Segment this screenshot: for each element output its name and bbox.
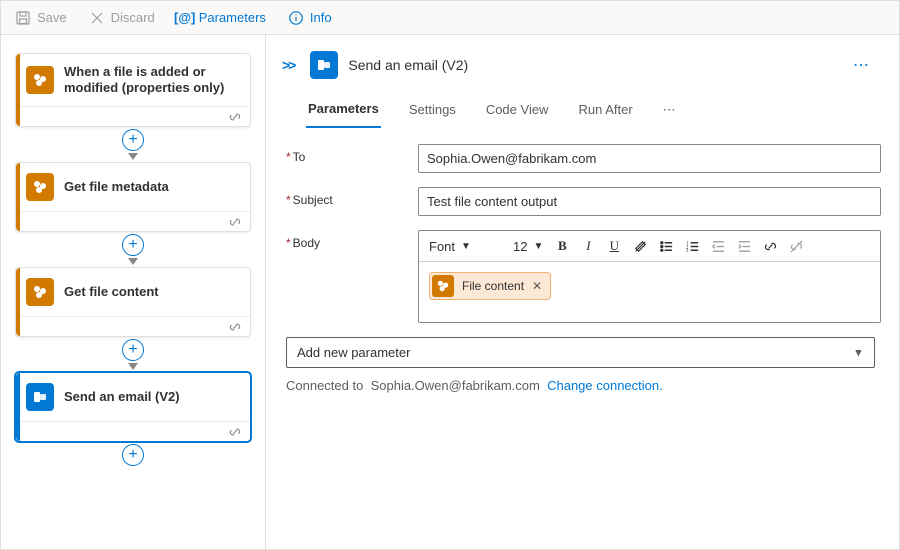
flow-card-trigger[interactable]: When a file is added or modified (proper… — [15, 53, 251, 127]
link-icon — [228, 425, 242, 439]
change-connection-link[interactable]: Change connection. — [547, 378, 663, 393]
edge: + — [15, 129, 251, 160]
edge: + — [15, 339, 251, 370]
discard-button[interactable]: Discard — [79, 1, 165, 34]
collapse-panel-button[interactable]: >> — [276, 54, 300, 76]
italic-button[interactable]: I — [575, 233, 601, 259]
outlook-icon — [26, 383, 54, 411]
subject-input[interactable] — [418, 187, 881, 216]
detail-title: Send an email (V2) — [348, 57, 837, 73]
card-title: Get file metadata — [64, 179, 169, 195]
to-input[interactable] — [418, 144, 881, 173]
link-icon — [228, 215, 242, 229]
parameters-label: Parameters — [199, 10, 266, 25]
tab-codeview[interactable]: Code View — [484, 92, 551, 127]
card-accent — [16, 163, 20, 231]
detail-tabs: Parameters Settings Code View Run After … — [272, 91, 881, 128]
edge: + — [15, 444, 251, 466]
save-button[interactable]: Save — [5, 1, 77, 34]
info-label: Info — [310, 10, 332, 25]
info-icon — [288, 10, 304, 26]
add-step-button[interactable]: + — [122, 129, 144, 151]
bullet-list-button[interactable] — [653, 233, 679, 259]
sharepoint-icon — [26, 66, 54, 94]
parameters-icon: [@] — [177, 10, 193, 26]
tab-settings[interactable]: Settings — [407, 92, 458, 127]
card-accent — [16, 268, 20, 336]
text-color-button[interactable] — [627, 233, 653, 259]
sharepoint-icon — [26, 173, 54, 201]
token-label: File content — [462, 279, 524, 293]
info-button[interactable]: Info — [278, 1, 342, 34]
connected-prefix: Connected to — [286, 378, 363, 393]
bold-button[interactable]: B — [549, 233, 575, 259]
card-title: Get file content — [64, 284, 159, 300]
link-icon — [228, 110, 242, 124]
subject-label-text: Subject — [293, 193, 333, 207]
flow-card-email[interactable]: Send an email (V2) — [15, 372, 251, 442]
size-select[interactable]: 12 ▼ — [507, 235, 549, 258]
sharepoint-icon — [432, 275, 454, 297]
body-label-text: Body — [293, 236, 320, 250]
subject-label: *Subject — [286, 187, 406, 207]
chevron-down-icon: ▼ — [461, 241, 471, 252]
card-accent — [16, 54, 20, 126]
arrow-down-icon — [128, 363, 138, 370]
indent-button[interactable] — [731, 233, 757, 259]
body-editor[interactable]: Font ▼ 12 ▼ B I U — [418, 230, 881, 323]
token-remove-button[interactable]: ✕ — [532, 279, 542, 293]
flow-card-metadata[interactable]: Get file metadata — [15, 162, 251, 232]
flow-canvas: When a file is added or modified (proper… — [1, 35, 266, 549]
dynamic-token-file-content[interactable]: File content ✕ — [429, 272, 551, 300]
flow-card-content[interactable]: Get file content — [15, 267, 251, 337]
arrow-down-icon — [128, 153, 138, 160]
edge: + — [15, 234, 251, 265]
detail-panel: >> Send an email (V2) ⋯ Parameters Setti… — [266, 35, 899, 549]
font-select-label: Font — [429, 239, 455, 254]
app-toolbar: Save Discard [@] Parameters Info — [1, 1, 899, 35]
save-icon — [15, 10, 31, 26]
tab-more[interactable]: ⋯ — [661, 92, 680, 128]
tab-parameters[interactable]: Parameters — [306, 91, 381, 128]
detail-more-button[interactable]: ⋯ — [847, 51, 877, 79]
rte-toolbar: Font ▼ 12 ▼ B I U — [419, 231, 880, 262]
number-list-button[interactable]: 123 — [679, 233, 705, 259]
font-select[interactable]: Font ▼ — [423, 235, 507, 258]
add-step-button[interactable]: + — [122, 444, 144, 466]
outdent-button[interactable] — [705, 233, 731, 259]
unlink-button[interactable] — [783, 233, 809, 259]
sharepoint-icon — [26, 278, 54, 306]
add-parameter-dropdown[interactable]: Add new parameter ▲ — [286, 337, 875, 368]
connection-info: Connected to Sophia.Owen@fabrikam.com Ch… — [286, 378, 881, 393]
tab-runafter[interactable]: Run After — [576, 92, 634, 127]
connected-account: Sophia.Owen@fabrikam.com — [371, 378, 540, 393]
card-title: Send an email (V2) — [64, 389, 180, 405]
body-label: *Body — [286, 230, 406, 250]
discard-icon — [89, 10, 105, 26]
chevron-down-icon: ▲ — [853, 347, 864, 359]
link-button[interactable] — [757, 233, 783, 259]
to-label: *To — [286, 144, 406, 164]
chevron-down-icon: ▼ — [533, 241, 543, 252]
link-icon — [228, 320, 242, 334]
outlook-icon — [310, 51, 338, 79]
card-title: When a file is added or modified (proper… — [64, 64, 240, 96]
add-parameter-label: Add new parameter — [297, 345, 410, 360]
size-select-label: 12 — [513, 239, 527, 254]
add-step-button[interactable]: + — [122, 234, 144, 256]
parameters-button[interactable]: [@] Parameters — [167, 1, 276, 34]
underline-button[interactable]: U — [601, 233, 627, 259]
card-accent — [16, 373, 20, 441]
arrow-down-icon — [128, 258, 138, 265]
add-step-button[interactable]: + — [122, 339, 144, 361]
svg-text:3: 3 — [686, 249, 689, 254]
to-label-text: To — [293, 150, 306, 164]
body-editor-content[interactable]: File content ✕ — [419, 262, 880, 322]
save-label: Save — [37, 10, 67, 25]
discard-label: Discard — [111, 10, 155, 25]
